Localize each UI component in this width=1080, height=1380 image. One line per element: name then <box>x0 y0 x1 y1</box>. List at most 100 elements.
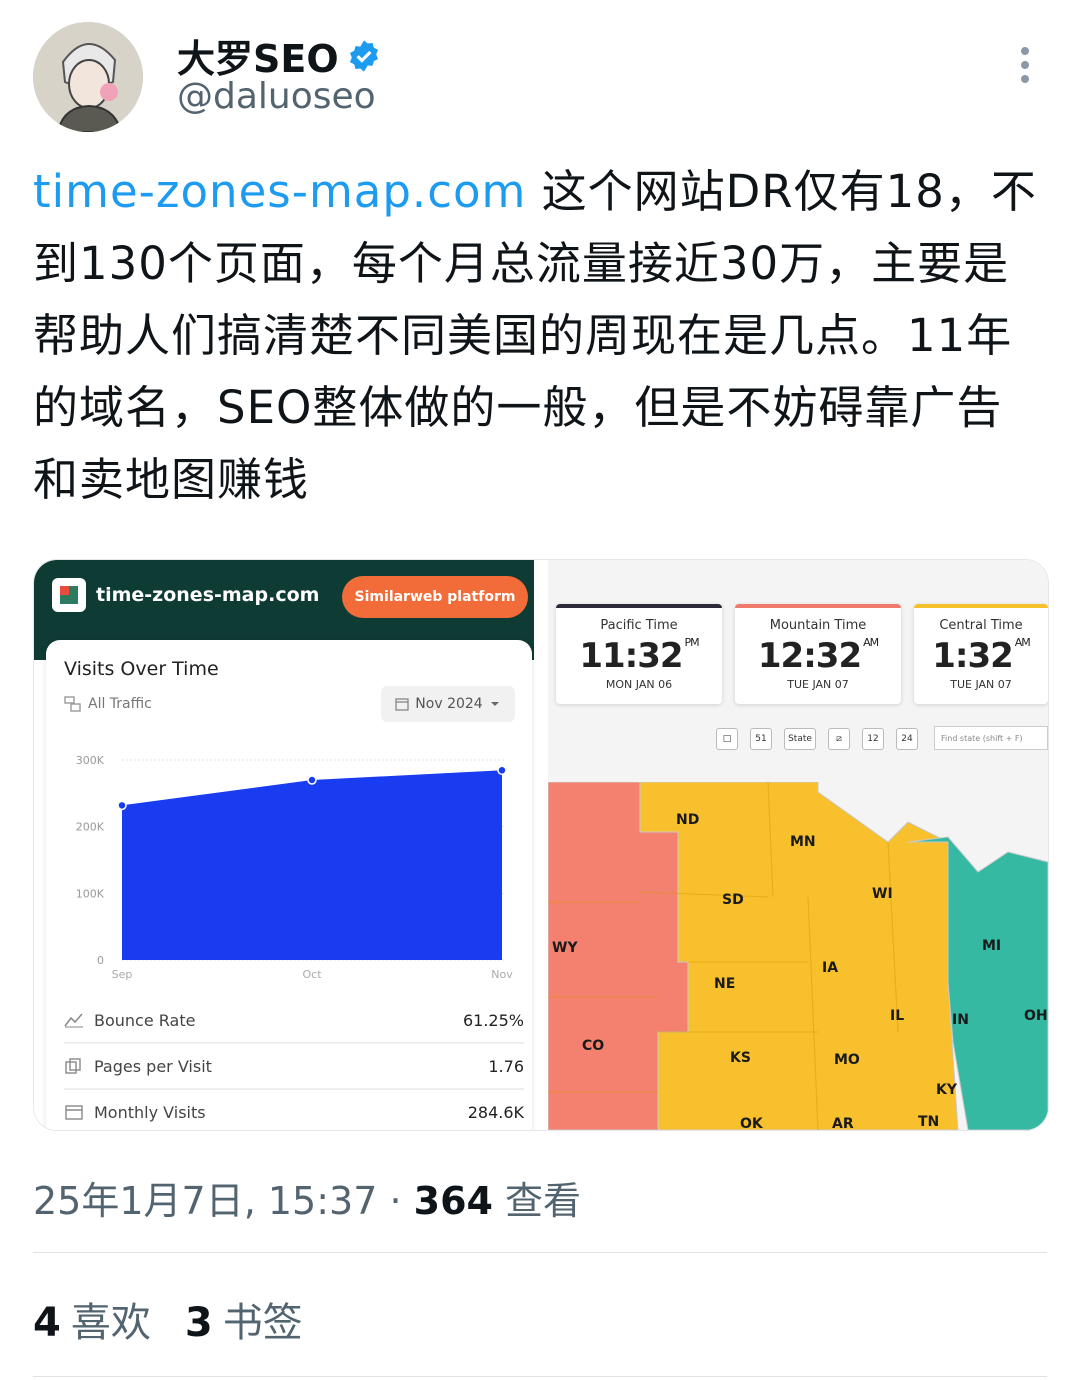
divider <box>33 1252 1047 1253</box>
state-label: SD <box>722 892 744 908</box>
y-tick-label: 0 <box>97 954 104 967</box>
clock-bar <box>556 604 722 608</box>
date-selector[interactable]: Nov 2024 <box>381 686 515 722</box>
time-zones-screenshot: Pacific Time 11:32 PM MON JAN 06 Mountain… <box>548 560 1048 1130</box>
divider <box>33 1376 1047 1377</box>
metric-row-monthly-visits: Monthly Visits 284.6K <box>64 1090 524 1130</box>
state-label: OH <box>1024 1008 1048 1024</box>
state-label: ND <box>676 812 699 828</box>
time-zone-map[interactable]: ND MN SD WI WY MI IA NE IL IN OH CO KS M… <box>548 782 1048 1130</box>
bookmarks-count: 3 <box>184 1300 213 1346</box>
state-label: TN <box>918 1114 939 1130</box>
state-label: WI <box>872 886 893 902</box>
similarweb-screenshot: time-zones-map.com Similarweb platform V… <box>34 560 534 1130</box>
y-tick-label: 100K <box>76 887 105 900</box>
clock-date: TUE JAN 07 <box>950 678 1012 691</box>
metric-value: 61.25% <box>462 1010 524 1030</box>
find-state-input[interactable]: Find state (shift + F) <box>934 726 1048 750</box>
y-tick-label: 300K <box>76 754 105 767</box>
more-options-icon[interactable] <box>1010 44 1040 90</box>
bookmarks-label: 书签 <box>222 1300 303 1346</box>
y-tick-label: 200K <box>76 821 105 834</box>
x-tick-label: Nov <box>491 968 513 981</box>
clock-card-pacific: Pacific Time 11:32 PM MON JAN 06 <box>556 604 722 704</box>
map-toolbar: □ 51 State ⧄ 12 24 <box>716 728 918 750</box>
state-label: AR <box>832 1116 854 1130</box>
tool-button[interactable]: ⧄ <box>828 728 850 750</box>
metric-value: 1.76 <box>488 1056 524 1076</box>
clock-zone: Central Time <box>939 618 1023 633</box>
visits-point[interactable] <box>307 775 317 785</box>
likes-count: 4 <box>33 1300 61 1346</box>
verified-badge-icon <box>349 39 378 72</box>
state-label: MI <box>982 938 1001 954</box>
avatar-illustration <box>33 22 143 132</box>
tool-button-24h[interactable]: 24 <box>896 728 918 750</box>
avatar[interactable] <box>33 22 143 132</box>
metric-row-bounce-rate: Bounce Rate 61.25% <box>64 998 524 1044</box>
state-label: OK <box>740 1116 764 1130</box>
tool-button-12h[interactable]: 12 <box>862 728 884 750</box>
state-label: MN <box>790 834 816 850</box>
views-label: 查看 <box>492 1179 582 1223</box>
state-label: WY <box>552 940 578 956</box>
clock-zone: Pacific Time <box>600 618 678 633</box>
calendar-icon <box>395 698 409 711</box>
visits-chart: 300K 200K 100K 0 Sep Oct Nov <box>76 754 513 981</box>
bounce-rate-icon <box>64 1013 83 1028</box>
chevron-down-icon <box>490 702 499 706</box>
date-selector-label: Nov 2024 <box>415 696 483 712</box>
similarweb-platform-button[interactable]: Similarweb platform <box>342 576 528 618</box>
timestamp-text[interactable]: 25年1月7日, 15:37 · <box>33 1179 414 1223</box>
views-count: 364 <box>413 1179 493 1223</box>
tweet-media[interactable]: time-zones-map.com Similarweb platform V… <box>33 559 1049 1131</box>
visits-area <box>122 770 502 960</box>
clock-time: 1:32 AM <box>932 636 1031 676</box>
calendar-icon <box>65 1105 83 1120</box>
traffic-icon <box>64 696 81 712</box>
clock-bar <box>735 604 901 608</box>
visits-card: Visits Over Time All Traffic Nov 2024 30… <box>46 640 532 1130</box>
traffic-filter-label: All Traffic <box>88 696 152 712</box>
tool-button[interactable]: □ <box>716 728 738 750</box>
clock-time: 12:32 AM <box>757 636 879 676</box>
visits-point[interactable] <box>497 765 507 776</box>
tweet-link[interactable]: time-zones-map.com <box>33 165 526 218</box>
handle[interactable]: @daluoseo <box>177 76 376 117</box>
tweet-text: time-zones-map.com 这个网站DR仅有18，不到130个页面，每… <box>33 156 1043 516</box>
x-tick-label: Oct <box>302 968 322 981</box>
metric-value: 284.6K <box>467 1102 524 1122</box>
site-favicon-icon <box>52 578 86 612</box>
clock-card-mountain: Mountain Time 12:32 AM TUE JAN 07 <box>735 604 901 704</box>
metric-label: Pages per Visit <box>94 1056 212 1076</box>
state-label: IA <box>822 960 838 976</box>
state-label: MO <box>834 1052 860 1068</box>
clock-date: TUE JAN 07 <box>787 678 849 691</box>
likes-stat[interactable]: 4 喜欢 <box>33 1290 151 1348</box>
state-label: IL <box>890 1008 904 1024</box>
state-label: KS <box>730 1050 751 1066</box>
card-title: Visits Over Time <box>64 658 219 680</box>
clock-bar <box>914 604 1048 608</box>
state-label: CO <box>582 1038 604 1054</box>
traffic-filter[interactable]: All Traffic <box>64 696 152 712</box>
state-label: NE <box>714 976 735 992</box>
display-name[interactable]: 大罗SEO <box>177 28 339 83</box>
tweet-timestamp: 25年1月7日, 15:37 · 364 查看 <box>33 1170 581 1225</box>
pages-icon <box>65 1058 81 1074</box>
state-label: IN <box>952 1012 969 1028</box>
state-label: KY <box>936 1082 958 1098</box>
visits-point[interactable] <box>117 800 127 811</box>
clock-card-central: Central Time 1:32 AM TUE JAN 07 <box>914 604 1048 704</box>
likes-label: 喜欢 <box>70 1300 151 1346</box>
clock-zone: Mountain Time <box>769 618 867 633</box>
tool-button[interactable]: 51 <box>750 728 772 750</box>
metric-label: Monthly Visits <box>94 1102 206 1122</box>
x-tick-label: Sep <box>112 968 133 981</box>
tool-button-state[interactable]: State <box>784 728 816 750</box>
metric-row-pages-per-visit: Pages per Visit 1.76 <box>64 1044 524 1090</box>
clock-date: MON JAN 06 <box>605 678 673 691</box>
engagement-stats: 4 喜欢 3 书签 <box>33 1290 303 1348</box>
bookmarks-stat[interactable]: 3 书签 <box>185 1290 303 1348</box>
site-name: time-zones-map.com <box>96 584 320 606</box>
